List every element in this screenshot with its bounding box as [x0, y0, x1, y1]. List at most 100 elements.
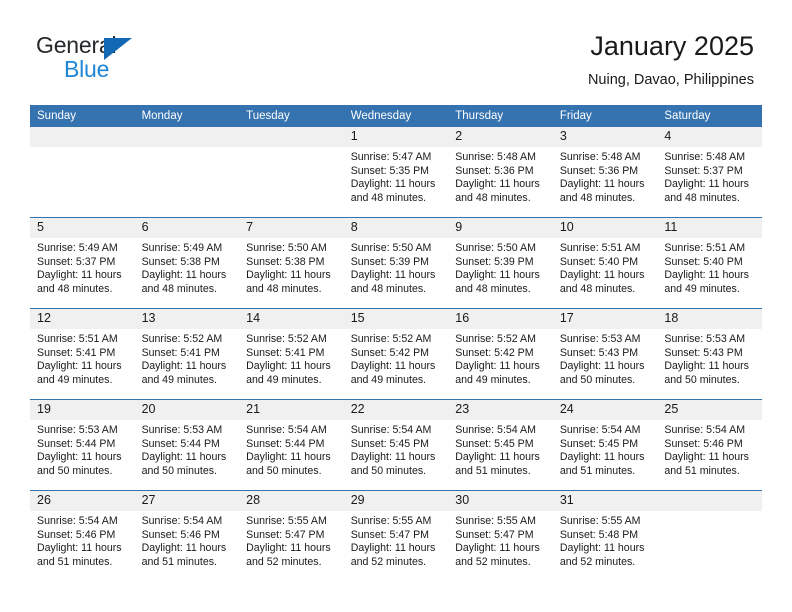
day-number: 11 — [657, 218, 762, 238]
general-blue-logo[interactable]: General Blue — [36, 32, 216, 88]
day-sunrise-text: Sunrise: 5:50 AM — [350, 242, 432, 254]
calendar-day-cell[interactable]: 22 Sunrise: 5:54 AM Sunset: 5:45 PM Dayligh… — [343, 399, 449, 491]
calendar-day-cell[interactable]: 8 Sunrise: 5:50 AM Sunset: 5:39 PM Daylight… — [343, 217, 449, 309]
calendar-day-cell[interactable]: 2 Sunrise: 5:48 AM Sunset: 5:36 PM Daylight… — [448, 127, 553, 218]
day-daylight-line1-text: Daylight: 11 hours — [141, 269, 227, 282]
day-sunrise-text: Sunrise: 5:54 AM — [246, 424, 327, 436]
calendar-day-cell[interactable]: 10 Sunrise: 5:51 AM Sunset: 5:40 PM Dayligh… — [552, 217, 658, 309]
calendar-day-cell[interactable]: 19 Sunrise: 5:53 AM Sunset: 5:44 PM Dayligh… — [30, 399, 135, 491]
day-sunset-text: Sunset: 5:43 PM — [664, 346, 743, 359]
calendar-day-cell[interactable]: 25 Sunrise: 5:54 AM Sunset: 5:46 PM Dayligh… — [657, 399, 762, 491]
day-number: 10 — [552, 218, 658, 238]
calendar-day-cell[interactable]: 1 Sunrise: 5:47 AM Sunset: 5:35 PM Daylight… — [343, 127, 449, 218]
calendar-empty-cell — [657, 490, 762, 581]
day-daylight-line1-text: Daylight: 11 hours — [455, 178, 540, 191]
calendar-day-cell[interactable]: 17 Sunrise: 5:53 AM Sunset: 5:43 PM Dayligh… — [552, 308, 658, 400]
day-daylight-line1-text: Daylight: 11 hours — [37, 542, 122, 555]
day-sunrise-text: Sunrise: 5:50 AM — [455, 242, 536, 254]
day-sunset-text: Sunset: 5:37 PM — [37, 255, 116, 268]
day-daylight-line1-text: Daylight: 11 hours — [350, 269, 436, 282]
day-details: Sunrise: 5:50 AM Sunset: 5:39 PM Daylight:… — [344, 238, 449, 296]
day-daylight-line2-text: and 50 minutes. — [559, 373, 636, 386]
day-daylight-line1-text: Daylight: 11 hours — [664, 178, 749, 191]
calendar-week-row: 19 Sunrise: 5:53 AM Sunset: 5:44 PM Dayligh… — [30, 399, 762, 491]
day-number: 2 — [448, 127, 553, 147]
day-number — [30, 127, 135, 147]
day-daylight-line2-text: and 51 minutes. — [37, 555, 113, 568]
title-block: January 2025 Nuing, Davao, Philippines — [588, 30, 754, 90]
calendar-day-cell[interactable]: 14 Sunrise: 5:52 AM Sunset: 5:41 PM Dayligh… — [239, 308, 344, 400]
day-number: 19 — [30, 400, 135, 420]
calendar-day-cell[interactable]: 6 Sunrise: 5:49 AM Sunset: 5:38 PM Daylight… — [134, 217, 240, 309]
calendar-day-cell[interactable]: 4 Sunrise: 5:48 AM Sunset: 5:37 PM Daylight… — [657, 127, 762, 218]
calendar-week-row: 1 Sunrise: 5:47 AM Sunset: 5:35 PM Daylight… — [30, 127, 762, 218]
day-details: Sunrise: 5:54 AM Sunset: 5:46 PM Daylight:… — [657, 420, 762, 478]
day-number — [239, 127, 344, 147]
calendar-day-cell[interactable]: 31 Sunrise: 5:55 AM Sunset: 5:48 PM Dayligh… — [552, 490, 658, 581]
day-details: Sunrise: 5:55 AM Sunset: 5:47 PM Daylight:… — [344, 511, 449, 569]
calendar-day-cell[interactable]: 9 Sunrise: 5:50 AM Sunset: 5:39 PM Daylight… — [448, 217, 553, 309]
day-details: Sunrise: 5:53 AM Sunset: 5:44 PM Daylight:… — [30, 420, 135, 478]
day-daylight-line2-text: and 51 minutes. — [664, 464, 740, 477]
weekday-header-wednesday: Wednesday — [343, 105, 449, 127]
day-daylight-line2-text: and 48 minutes. — [350, 282, 427, 295]
calendar-day-cell[interactable]: 29 Sunrise: 5:55 AM Sunset: 5:47 PM Dayligh… — [343, 490, 449, 581]
calendar-day-cell[interactable]: 23 Sunrise: 5:54 AM Sunset: 5:45 PM Dayligh… — [448, 399, 553, 491]
calendar-day-cell[interactable]: 5 Sunrise: 5:49 AM Sunset: 5:37 PM Daylight… — [30, 217, 135, 309]
day-sunset-text: Sunset: 5:38 PM — [141, 255, 220, 268]
day-daylight-line2-text: and 49 minutes. — [246, 373, 322, 386]
day-daylight-line2-text: and 48 minutes. — [350, 191, 427, 204]
day-daylight-line2-text: and 48 minutes. — [37, 282, 113, 295]
day-details: Sunrise: 5:51 AM Sunset: 5:40 PM Daylight:… — [657, 238, 762, 296]
day-daylight-line2-text: and 50 minutes. — [37, 464, 113, 477]
day-number: 13 — [134, 309, 240, 329]
calendar-day-cell[interactable]: 21 Sunrise: 5:54 AM Sunset: 5:44 PM Dayligh… — [239, 399, 344, 491]
day-sunrise-text: Sunrise: 5:53 AM — [664, 333, 746, 345]
calendar-day-cell[interactable]: 3 Sunrise: 5:48 AM Sunset: 5:36 PM Daylight… — [552, 127, 658, 218]
calendar-day-cell[interactable]: 27 Sunrise: 5:54 AM Sunset: 5:46 PM Dayligh… — [134, 490, 240, 581]
day-daylight-line1-text: Daylight: 11 hours — [559, 360, 645, 373]
day-daylight-line2-text: and 52 minutes. — [350, 555, 427, 568]
calendar-day-cell[interactable]: 7 Sunrise: 5:50 AM Sunset: 5:38 PM Daylight… — [239, 217, 344, 309]
day-details: Sunrise: 5:52 AM Sunset: 5:41 PM Daylight:… — [135, 329, 240, 387]
calendar-empty-cell — [239, 127, 344, 218]
day-sunset-text: Sunset: 5:36 PM — [559, 164, 639, 177]
day-details: Sunrise: 5:49 AM Sunset: 5:38 PM Daylight:… — [135, 238, 240, 296]
calendar-day-cell[interactable]: 12 Sunrise: 5:51 AM Sunset: 5:41 PM Dayligh… — [30, 308, 135, 400]
calendar-day-cell[interactable]: 28 Sunrise: 5:55 AM Sunset: 5:47 PM Dayligh… — [239, 490, 344, 581]
calendar-day-cell[interactable]: 26 Sunrise: 5:54 AM Sunset: 5:46 PM Dayligh… — [30, 490, 135, 581]
day-number: 28 — [239, 491, 344, 511]
calendar-day-cell[interactable]: 30 Sunrise: 5:55 AM Sunset: 5:47 PM Dayligh… — [448, 490, 553, 581]
day-details: Sunrise: 5:47 AM Sunset: 5:35 PM Daylight:… — [344, 147, 449, 205]
day-sunset-text: Sunset: 5:45 PM — [455, 437, 534, 450]
calendar-day-cell[interactable]: 13 Sunrise: 5:52 AM Sunset: 5:41 PM Dayligh… — [134, 308, 240, 400]
day-daylight-line2-text: and 48 minutes. — [664, 191, 740, 204]
day-sunrise-text: Sunrise: 5:54 AM — [559, 424, 641, 436]
day-daylight-line2-text: and 52 minutes. — [559, 555, 636, 568]
day-daylight-line1-text: Daylight: 11 hours — [246, 269, 331, 282]
calendar-header-row: Sunday Monday Tuesday Wednesday Thursday… — [30, 105, 762, 127]
day-daylight-line1-text: Daylight: 11 hours — [664, 360, 749, 373]
calendar-day-cell[interactable]: 11 Sunrise: 5:51 AM Sunset: 5:40 PM Dayligh… — [657, 217, 762, 309]
day-details: Sunrise: 5:48 AM Sunset: 5:37 PM Daylight:… — [657, 147, 762, 205]
day-sunrise-text: Sunrise: 5:52 AM — [455, 333, 536, 345]
day-number: 16 — [448, 309, 553, 329]
day-details: Sunrise: 5:52 AM Sunset: 5:41 PM Daylight:… — [239, 329, 344, 387]
calendar-day-cell[interactable]: 16 Sunrise: 5:52 AM Sunset: 5:42 PM Dayligh… — [448, 308, 553, 400]
day-number: 22 — [343, 400, 449, 420]
calendar-day-cell[interactable]: 20 Sunrise: 5:53 AM Sunset: 5:44 PM Dayligh… — [134, 399, 240, 491]
day-daylight-line2-text: and 49 minutes. — [141, 373, 217, 386]
calendar-day-cell[interactable]: 24 Sunrise: 5:54 AM Sunset: 5:45 PM Dayligh… — [552, 399, 658, 491]
day-number: 15 — [343, 309, 449, 329]
day-daylight-line1-text: Daylight: 11 hours — [559, 542, 645, 555]
location-subtitle: Nuing, Davao, Philippines — [587, 72, 754, 88]
day-details: Sunrise: 5:55 AM Sunset: 5:47 PM Daylight:… — [448, 511, 553, 569]
day-number: 27 — [134, 491, 240, 511]
day-number: 7 — [239, 218, 344, 238]
day-details — [657, 511, 762, 515]
day-daylight-line1-text: Daylight: 11 hours — [246, 360, 331, 373]
calendar-day-cell[interactable]: 18 Sunrise: 5:53 AM Sunset: 5:43 PM Dayligh… — [657, 308, 762, 400]
day-details: Sunrise: 5:48 AM Sunset: 5:36 PM Daylight:… — [553, 147, 658, 205]
calendar-day-cell[interactable]: 15 Sunrise: 5:52 AM Sunset: 5:42 PM Dayligh… — [343, 308, 449, 400]
calendar-body: 1 Sunrise: 5:47 AM Sunset: 5:35 PM Daylight… — [30, 127, 762, 581]
